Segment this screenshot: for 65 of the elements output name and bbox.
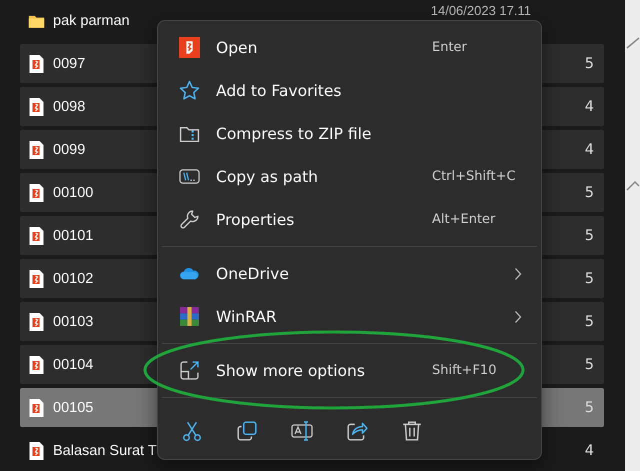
menu-item[interactable]: Properties Alt+Enter — [162, 198, 537, 241]
file-date: 5 — [584, 228, 594, 244]
file-date: 5 — [584, 184, 594, 200]
menu-label: OneDrive — [216, 264, 289, 282]
file-name: Balasan Surat T — [53, 442, 157, 458]
file-name: 00103 — [53, 314, 94, 330]
menu-item[interactable]: OneDrive — [162, 252, 537, 295]
file-name: 0099 — [53, 142, 86, 158]
file-name: 00102 — [53, 270, 94, 286]
menu-item[interactable]: Show more options Shift+F10 — [162, 349, 537, 392]
document-icon — [28, 54, 45, 74]
menu-item[interactable]: WinRAR — [162, 295, 537, 338]
file-date: 4 — [584, 442, 594, 458]
shortcut-text: Shift+F10 — [432, 363, 496, 378]
file-name: 00100 — [53, 184, 94, 200]
shortcut-text: Alt+Enter — [432, 212, 496, 227]
menu-label: Add to Favorites — [216, 82, 342, 100]
document-icon — [28, 140, 45, 160]
file-date: 5 — [584, 56, 594, 72]
file-row[interactable]: Balasan Surat T 4 — [20, 431, 604, 470]
menu-item[interactable]: Add to Favorites — [162, 69, 537, 112]
document-icon — [28, 226, 45, 246]
file-name: 0098 — [53, 98, 86, 114]
file-name: 00104 — [53, 356, 94, 372]
wrench-icon — [179, 209, 200, 230]
menu-label: Properties — [216, 210, 294, 228]
menu-label: Open — [216, 38, 258, 56]
document-icon — [28, 312, 45, 332]
path-icon — [179, 166, 200, 187]
file-date: 5 — [584, 356, 594, 372]
menu-item[interactable]: Compress to ZIP file — [162, 112, 537, 155]
document-icon — [28, 182, 45, 202]
document-icon — [28, 398, 45, 418]
app-icon — [179, 37, 200, 58]
file-name: 00105 — [53, 400, 94, 416]
file-date: 5 — [584, 400, 594, 416]
file-date: 14/06/2023 17.11 — [430, 3, 531, 18]
menu-item[interactable]: Copy as path Ctrl+Shift+C — [162, 155, 537, 198]
chevron-right-icon — [514, 310, 522, 324]
menu-label: WinRAR — [216, 308, 277, 326]
menu-label: Show more options — [216, 362, 365, 380]
trash-icon — [401, 420, 423, 442]
star-icon — [179, 80, 200, 101]
scissors-icon — [181, 420, 203, 442]
file-name: 00101 — [53, 228, 94, 244]
menu-label: Compress to ZIP file — [216, 124, 372, 142]
document-icon — [28, 268, 45, 288]
file-date: 5 — [584, 270, 594, 286]
open-external-icon — [179, 360, 200, 381]
chevron-right-icon — [514, 266, 522, 280]
document-icon — [28, 354, 45, 374]
file-date: 4 — [584, 142, 594, 158]
document-icon — [28, 440, 45, 460]
document-icon — [28, 96, 45, 116]
file-date: 5 — [584, 314, 594, 330]
copy-icon — [236, 420, 258, 442]
file-name: pak parman — [53, 12, 130, 28]
file-date: 4 — [584, 98, 594, 114]
shortcut-text: Enter — [432, 40, 467, 55]
file-name: 0097 — [53, 56, 86, 72]
rename-icon — [291, 420, 313, 442]
share-icon — [346, 420, 368, 442]
books-icon — [179, 306, 200, 327]
shortcut-text: Ctrl+Shift+C — [432, 169, 516, 184]
menu-label: Copy as path — [216, 168, 318, 186]
